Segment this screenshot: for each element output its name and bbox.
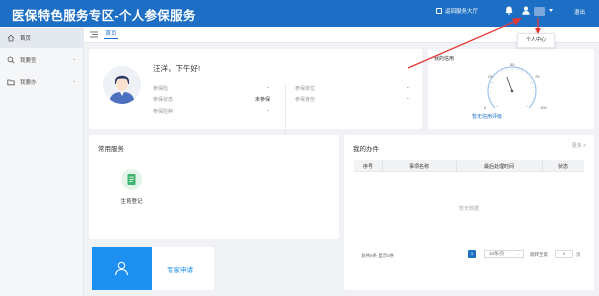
field-value: 未参保 [255, 97, 271, 103]
per-page-select[interactable]: 10条/页 ⌄ [484, 250, 524, 258]
back-link-label: 返回服务大厅 [445, 9, 479, 15]
sidebar-item-query[interactable]: 我要查 ⌄ [0, 50, 84, 70]
column-header: 序号 [362, 164, 373, 170]
tasks-title: 我的办件 [353, 146, 379, 153]
field-value: - [407, 96, 409, 102]
chevron-down-icon: ⌄ [72, 56, 77, 62]
expert-application-card[interactable]: 专家申请 [92, 247, 214, 290]
pagination-summary: 总共0条 显示0条 [361, 253, 395, 258]
services-card: 常用服务 生育登记 [89, 135, 339, 239]
credit-gauge [487, 66, 537, 109]
sidebar-item-label: 我要办 [20, 80, 37, 86]
field-label: 参保单位 [295, 86, 316, 92]
gauge-arc [487, 66, 537, 109]
sidebar-item-label: 我要查 [20, 58, 37, 64]
credit-title: 我的信用 [434, 56, 455, 62]
sidebar: 首页 我要查 ⌄ 我要办 ⌄ [0, 27, 84, 296]
gauge-tick-label: 100 [540, 105, 547, 110]
person-illustration [103, 66, 141, 104]
expert-application-label[interactable]: 专家申请 [167, 264, 193, 274]
gauge-tick [530, 102, 532, 104]
gauge-tick-label: 25 [488, 74, 493, 79]
service-birth-registration[interactable] [121, 169, 142, 190]
gauge-tick-label: 0 [484, 105, 487, 110]
user-icon [114, 261, 129, 276]
column-header: 状态 [557, 164, 568, 170]
field-label: 参保身份 [295, 97, 316, 103]
field-label: 参保险种 [153, 109, 174, 115]
gauge-tick-label: 75 [535, 74, 540, 79]
goto-label: 跳转至第 [530, 252, 548, 257]
greeting-text: 汪洋，下午好! [153, 64, 201, 73]
more-link[interactable]: 更多 > [572, 142, 586, 149]
bell-icon[interactable] [505, 6, 513, 15]
credit-card: 我的信用 0 25 50 75 100 暂无信用评级 [428, 49, 594, 129]
gauge-tick [529, 77, 531, 79]
per-page-value: 10条/页 [489, 251, 505, 256]
home-icon [7, 34, 15, 42]
menu-toggle-icon[interactable] [90, 31, 98, 38]
goto-page-input[interactable]: 1 [555, 250, 573, 258]
gauge-needle [506, 76, 513, 92]
services-title: 常用服务 [98, 146, 124, 153]
document-icon [127, 174, 136, 185]
gauge-tick [490, 81, 494, 84]
field-value: - [267, 108, 269, 114]
service-label[interactable]: 生育登记 [109, 197, 154, 205]
gauge-tick [496, 73, 499, 75]
user-icon[interactable] [522, 6, 530, 15]
search-icon [7, 56, 15, 64]
user-avatar[interactable] [534, 7, 545, 16]
tasks-card: 我的办件 更多 > 序号 事项名称 最后处理时间 状态 暂无数据 总共0条 显示… [344, 135, 594, 290]
gauge-tick [492, 102, 494, 104]
avatar [103, 66, 141, 104]
back-to-hall-link[interactable]: 返回服务大厅 [436, 7, 478, 15]
gauge-tick [501, 70, 503, 72]
page-button[interactable]: 1 [468, 250, 476, 258]
field-value: - [267, 85, 269, 91]
field-label: 参保状态 [153, 97, 174, 103]
gauge-tick [525, 73, 528, 75]
column-header: 最后处理时间 [483, 164, 514, 170]
logout-link[interactable]: 退出 [574, 8, 585, 16]
tab-home[interactable]: 首页 [104, 30, 118, 39]
gauge-tick-label: 50 [510, 62, 515, 67]
user-menu-tooltip: 个人中心 [517, 30, 555, 48]
top-bar: 医保特色服务专区-个人参保服务 返回服务大厅 退出 [0, 0, 599, 27]
expert-tile[interactable] [92, 247, 152, 290]
gauge-tick [493, 77, 495, 79]
app-title: 医保特色服务专区-个人参保服务 [12, 9, 196, 23]
exit-icon [436, 8, 442, 14]
gauge-tick [525, 104, 529, 108]
folder-icon [7, 79, 15, 86]
goto-suffix: 页 [576, 252, 581, 257]
sidebar-item-handle[interactable]: 我要办 ⌄ [0, 72, 84, 92]
divider [285, 85, 286, 135]
sidebar-item-home[interactable]: 首页 [0, 28, 84, 48]
empty-state: 暂无数据 [458, 206, 479, 212]
table-header: 序号 事项名称 最后处理时间 状态 [354, 160, 584, 172]
field-label: 参保险 [153, 86, 169, 92]
credit-status-link[interactable]: 暂无信用评级 [472, 113, 502, 120]
chevron-down-icon: ⌄ [72, 78, 77, 84]
profile-card: 汪洋，下午好! 参保险 - 参保单位 - 参保状态 未参保 参保身份 - 参保险… [89, 49, 422, 135]
field-value: - [407, 85, 409, 91]
gauge-tick [530, 81, 534, 84]
chevron-down-icon[interactable] [549, 9, 553, 12]
gauge-hub [510, 89, 514, 93]
sidebar-item-label: 首页 [20, 36, 32, 42]
column-header: 事项名称 [408, 164, 429, 170]
gauge-tick [521, 70, 523, 72]
gauge-tick [495, 104, 499, 108]
chevron-down-icon: ⌄ [516, 251, 520, 256]
